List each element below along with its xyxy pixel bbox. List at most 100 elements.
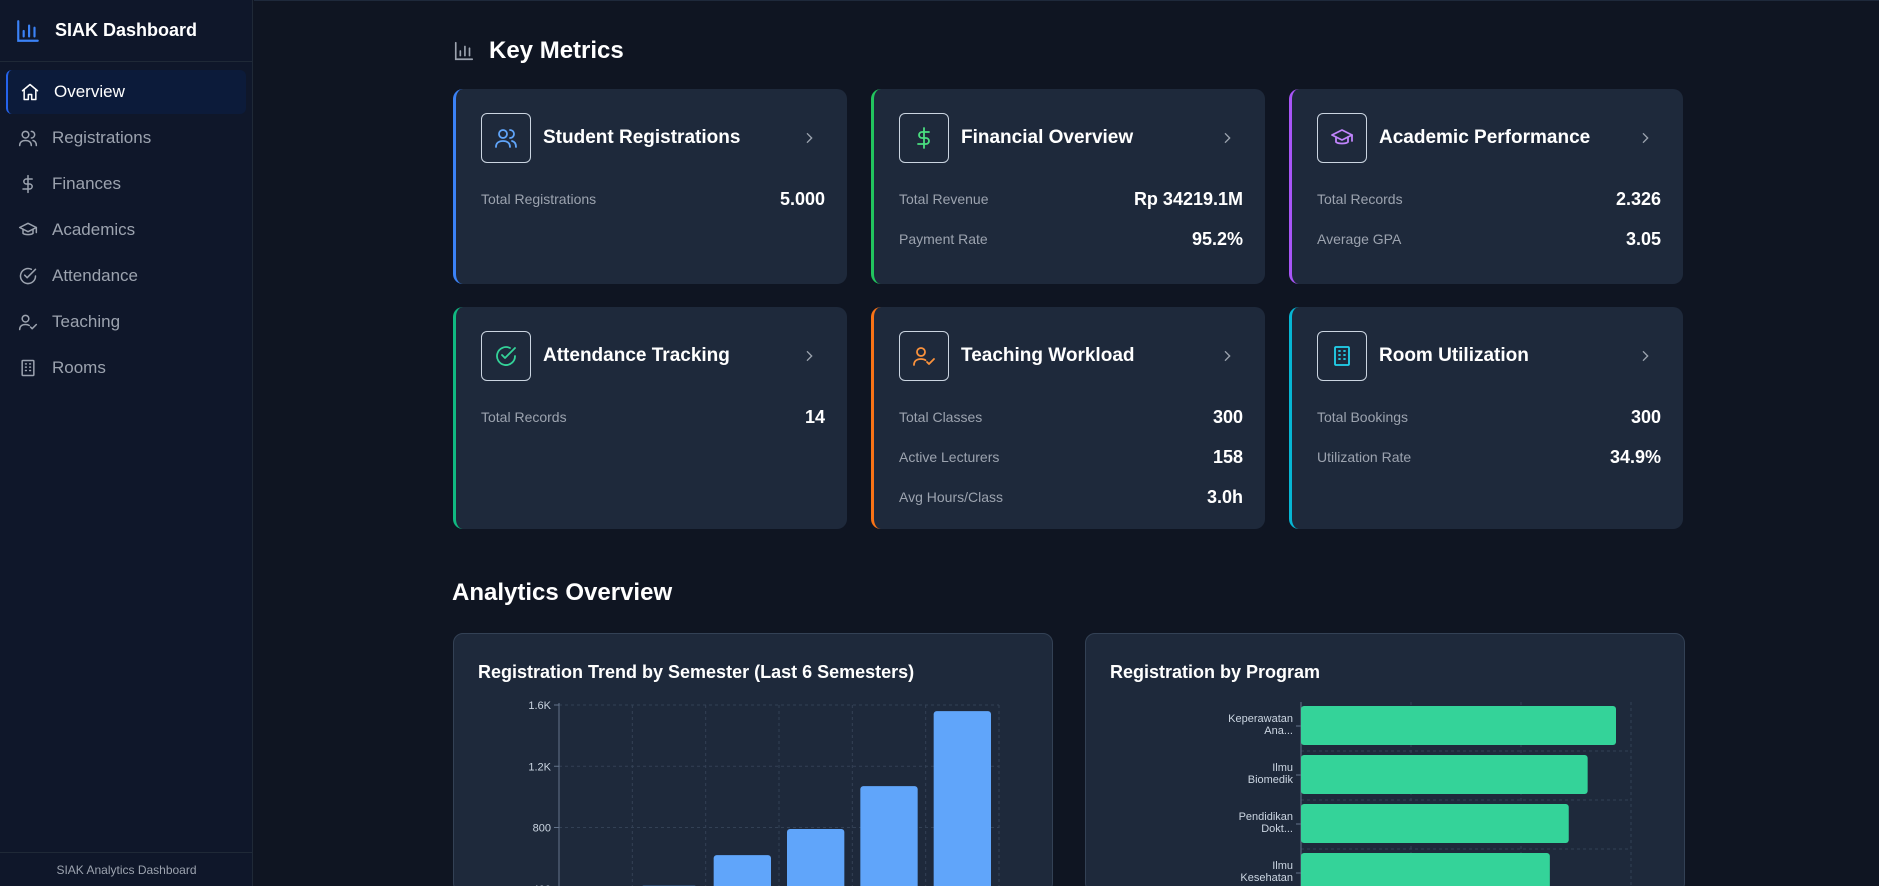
users-icon <box>481 113 531 163</box>
app-title: SIAK Dashboard <box>55 20 198 40</box>
dollar-icon <box>899 113 949 163</box>
card-room-utilization[interactable]: Room Utilization Total Bookings 300 Util… <box>1289 307 1683 529</box>
bar <box>1301 853 1550 886</box>
metric-label: Total Revenue <box>899 191 989 207</box>
sidebar-item-finances[interactable]: Finances <box>6 162 246 206</box>
users-icon <box>18 130 38 147</box>
chevron-right-icon[interactable] <box>1219 348 1235 364</box>
bar <box>860 786 918 886</box>
sidebar-item-label: Teaching <box>52 312 121 331</box>
analytics-heading: Analytics Overview <box>452 579 672 607</box>
sidebar-item-rooms[interactable]: Rooms <box>6 346 246 390</box>
y-tick-label: 1.6K <box>528 700 551 712</box>
graduation-cap-icon <box>1317 113 1367 163</box>
bar <box>1301 804 1569 843</box>
sidebar-item-label: Registrations <box>52 128 152 147</box>
sidebar-item-label: Finances <box>52 174 121 193</box>
sidebar-item-label: Overview <box>54 82 125 101</box>
card-title: Financial Overview <box>961 127 1134 148</box>
bar <box>933 711 991 886</box>
metric-row: Total Records 2.326 <box>1317 179 1661 219</box>
bar-chart-icon <box>17 19 39 42</box>
chevron-right-icon[interactable] <box>1219 130 1235 146</box>
bar <box>713 855 771 886</box>
metric-value: 14 <box>804 406 825 427</box>
metric-row: Total Classes 300 <box>899 397 1243 437</box>
metric-value: 34.9% <box>1609 446 1661 467</box>
sidebar-item-overview[interactable]: Overview <box>6 70 246 114</box>
metric-label: Avg Hours/Class <box>899 489 1004 505</box>
registration-trend-panel: Registration Trend by Semester (Last 6 S… <box>453 633 1053 886</box>
metric-value: Rp 34219.1M <box>1133 188 1243 209</box>
metric-value: 300 <box>1630 406 1661 427</box>
category-label: Ilmu Biomedik <box>1248 762 1294 786</box>
sidebar-footer: SIAK Analytics Dashboard <box>0 852 253 886</box>
sidebar-item-registrations[interactable]: Registrations <box>6 116 246 160</box>
card-teaching-workload[interactable]: Teaching Workload Total Classes 300 Acti… <box>871 307 1265 529</box>
home-icon <box>21 83 39 101</box>
bar-chart-icon <box>454 41 474 61</box>
brand: SIAK Dashboard <box>0 0 252 62</box>
sidebar-nav: Overview Registrations Finances Academic… <box>0 62 252 400</box>
metric-value: 95.2% <box>1191 228 1243 249</box>
metric-row: Utilization Rate 34.9% <box>1317 437 1661 477</box>
metric-value: 300 <box>1212 406 1243 427</box>
analytics-title: Analytics Overview <box>452 579 673 606</box>
metric-value: 3.05 <box>1625 228 1661 249</box>
metric-value: 158 <box>1212 446 1243 467</box>
main-content: Key Metrics Student Registrations Total … <box>254 0 1879 886</box>
user-check-icon <box>18 314 38 331</box>
card-financial-overview[interactable]: Financial Overview Total Revenue Rp 3421… <box>871 89 1265 284</box>
category-label: Ilmu Kesehatan <box>1240 860 1293 884</box>
metric-row: Payment Rate 95.2% <box>899 219 1243 259</box>
sidebar-item-label: Rooms <box>52 358 106 377</box>
bar <box>1301 755 1588 794</box>
sidebar-item-label: Academics <box>52 220 136 239</box>
card-academic-performance[interactable]: Academic Performance Total Records 2.326… <box>1289 89 1683 284</box>
sidebar-item-academics[interactable]: Academics <box>6 208 246 252</box>
sidebar-item-attendance[interactable]: Attendance <box>6 254 246 298</box>
category-label: Keperawatan Ana... <box>1228 713 1293 737</box>
bar <box>787 829 845 886</box>
graduation-cap-icon <box>18 222 38 236</box>
metric-label: Average GPA <box>1317 231 1402 247</box>
metric-label: Total Bookings <box>1317 409 1409 425</box>
metric-label: Total Classes <box>899 409 983 425</box>
sidebar: SIAK Dashboard Overview Registrations Fi… <box>0 0 253 886</box>
metric-value: 2.326 <box>1615 188 1661 209</box>
metric-row: Avg Hours/Class 3.0h <box>899 477 1243 517</box>
building-icon <box>1317 331 1367 381</box>
metric-value: 3.0h <box>1206 486 1243 507</box>
dollar-icon <box>22 174 33 194</box>
card-title: Room Utilization <box>1379 345 1529 366</box>
metric-label: Total Records <box>481 409 567 425</box>
check-circle-icon <box>481 331 531 381</box>
sidebar-item-teaching[interactable]: Teaching <box>6 300 246 344</box>
metric-row: Total Registrations 5.000 <box>481 179 825 219</box>
building-icon <box>21 359 35 377</box>
metric-label: Utilization Rate <box>1317 449 1412 465</box>
chevron-right-icon[interactable] <box>1637 348 1653 364</box>
chevron-right-icon[interactable] <box>801 348 817 364</box>
card-attendance-tracking[interactable]: Attendance Tracking Total Records 14 <box>453 307 847 529</box>
metric-label: Payment Rate <box>899 231 988 247</box>
registration-by-program-panel: Registration by Program Keperawatan Ana..… <box>1085 633 1685 886</box>
key-metrics-heading: Key Metrics <box>453 37 624 65</box>
metric-row: Active Lecturers 158 <box>899 437 1243 477</box>
metric-row: Average GPA 3.05 <box>1317 219 1661 259</box>
user-check-icon <box>899 331 949 381</box>
chevron-right-icon[interactable] <box>801 130 817 146</box>
card-title: Attendance Tracking <box>543 345 730 366</box>
sidebar-item-label: Attendance <box>52 266 139 285</box>
card-title: Student Registrations <box>543 127 741 148</box>
registration-by-program-chart: Keperawatan Ana... Ilmu Biomedik Pendidikan D… <box>1228 702 1632 886</box>
card-title: Teaching Workload <box>961 345 1135 366</box>
chevron-right-icon[interactable] <box>1637 130 1653 146</box>
bar <box>1301 706 1616 745</box>
card-student-registrations[interactable]: Student Registrations Total Registration… <box>453 89 847 284</box>
key-metrics-title: Key Metrics <box>489 37 624 64</box>
metric-row: Total Records 14 <box>481 397 825 437</box>
metric-label: Total Records <box>1317 191 1403 207</box>
y-tick-label: 800 <box>533 823 551 835</box>
metric-value: 5.000 <box>779 188 825 209</box>
